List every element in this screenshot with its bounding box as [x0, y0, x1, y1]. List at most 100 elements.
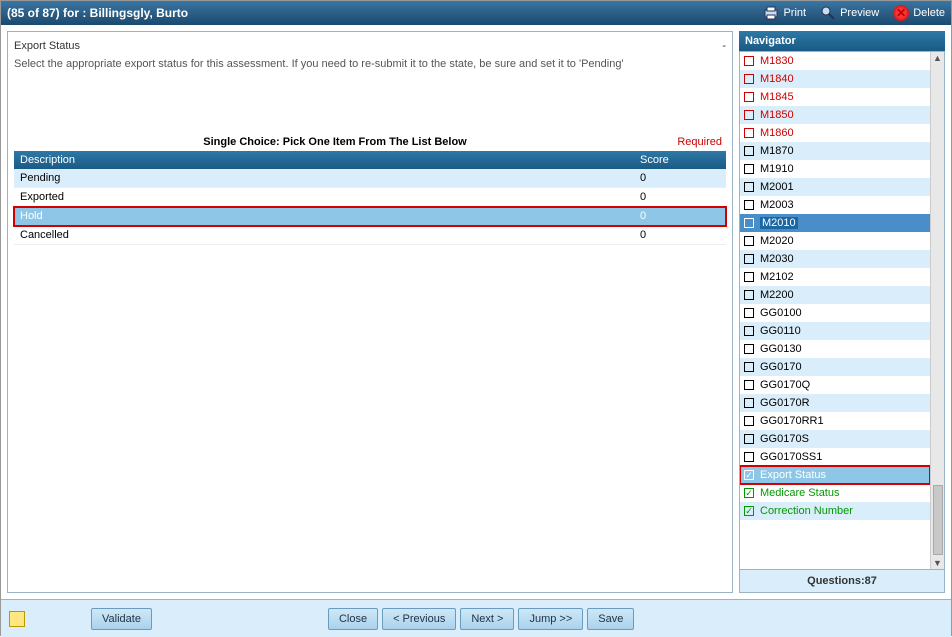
note-icon[interactable]: [9, 611, 25, 627]
window-title: (85 of 87) for : Billingsgly, Burto: [7, 6, 749, 20]
col-header-score: Score: [640, 154, 720, 166]
nav-item-m2200[interactable]: M2200: [740, 286, 930, 304]
nav-item-m1860[interactable]: M1860: [740, 124, 930, 142]
checkbox-icon: ✓: [744, 470, 754, 480]
checkbox-icon: [744, 74, 754, 84]
grid-cell-score: 0: [640, 172, 720, 184]
nav-item-gg0130[interactable]: GG0130: [740, 340, 930, 358]
delete-button[interactable]: ✕ Delete: [893, 5, 945, 21]
nav-item-m1910[interactable]: M1910: [740, 160, 930, 178]
nav-item-label: M2030: [760, 253, 794, 265]
nav-item-label: M1910: [760, 163, 794, 175]
nav-item-label: M1860: [760, 127, 794, 139]
nav-item-label: GG0170R: [760, 397, 810, 409]
checkbox-icon: ✓: [744, 506, 754, 516]
checkbox-icon: [744, 380, 754, 390]
titlebar: (85 of 87) for : Billingsgly, Burto Prin…: [1, 1, 951, 25]
nav-item-m1845[interactable]: M1845: [740, 88, 930, 106]
nav-button-group: Close < Previous Next > Jump >> Save: [328, 608, 634, 630]
grid-cell-description: Cancelled: [20, 229, 640, 241]
section-description: Select the appropriate export status for…: [14, 56, 726, 133]
delete-label: Delete: [913, 7, 945, 19]
checkbox-icon: ✓: [744, 488, 754, 498]
checkbox-icon: [744, 452, 754, 462]
nav-item-gg0170[interactable]: GG0170: [740, 358, 930, 376]
close-button[interactable]: Close: [328, 608, 378, 630]
nav-item-gg0170r[interactable]: GG0170R: [740, 394, 930, 412]
nav-item-label: M2200: [760, 289, 794, 301]
print-button[interactable]: Print: [763, 5, 806, 21]
scroll-down-icon[interactable]: ▼: [932, 557, 944, 569]
grid-row-hold[interactable]: Hold0: [14, 207, 726, 226]
delete-icon: ✕: [893, 5, 909, 21]
nav-item-m1830[interactable]: M1830: [740, 52, 930, 70]
printer-icon: [763, 5, 779, 21]
nav-item-gg0100[interactable]: GG0100: [740, 304, 930, 322]
navigator-list: M1830 M1840 M1845 M1850 M1860 M1870 M1910 M2001…: [740, 52, 930, 569]
nav-item-m2102[interactable]: M2102: [740, 268, 930, 286]
checkbox-icon: [744, 110, 754, 120]
checkbox-icon: [744, 290, 754, 300]
nav-item-m1850[interactable]: M1850: [740, 106, 930, 124]
checkbox-icon: [744, 56, 754, 66]
navigator-header: Navigator: [739, 31, 945, 51]
checkbox-icon: [744, 92, 754, 102]
nav-item-label: M1840: [760, 73, 794, 85]
nav-item-m2001[interactable]: M2001: [740, 178, 930, 196]
nav-item-m1840[interactable]: M1840: [740, 70, 930, 88]
previous-button[interactable]: < Previous: [382, 608, 456, 630]
navigator-footer: Questions:87: [739, 570, 945, 593]
nav-item-correction-number[interactable]: ✓ Correction Number: [740, 502, 930, 520]
nav-item-m2020[interactable]: M2020: [740, 232, 930, 250]
nav-item-label: GG0170: [760, 361, 802, 373]
preview-button[interactable]: Preview: [820, 5, 879, 21]
section-title-row: Export Status -: [14, 38, 726, 56]
nav-item-label: GG0130: [760, 343, 802, 355]
nav-item-export-status[interactable]: ✓ Export Status: [740, 466, 930, 484]
jump-button[interactable]: Jump >>: [518, 608, 583, 630]
nav-item-gg0110[interactable]: GG0110: [740, 322, 930, 340]
single-choice-label: Single Choice: Pick One Item From The Li…: [18, 136, 652, 148]
grid-row-cancelled[interactable]: Cancelled0: [14, 226, 726, 245]
nav-item-m2010[interactable]: M2010: [740, 214, 930, 232]
nav-item-gg0170ss1[interactable]: GG0170SS1: [740, 448, 930, 466]
checkbox-icon: [744, 434, 754, 444]
checkbox-icon: [744, 200, 754, 210]
checkbox-icon: [744, 254, 754, 264]
nav-item-m1870[interactable]: M1870: [740, 142, 930, 160]
nav-item-m2030[interactable]: M2030: [740, 250, 930, 268]
grid-cell-description: Exported: [20, 191, 640, 203]
next-button[interactable]: Next >: [460, 608, 514, 630]
nav-item-label: M2001: [760, 181, 794, 193]
nav-item-label: GG0170SS1: [760, 451, 822, 463]
grid-cell-score: 0: [640, 210, 720, 222]
nav-item-label: Correction Number: [760, 505, 853, 517]
checkbox-icon: [744, 416, 754, 426]
checkbox-icon: [744, 326, 754, 336]
nav-item-gg0170rr1[interactable]: GG0170RR1: [740, 412, 930, 430]
grid-row-exported[interactable]: Exported0: [14, 188, 726, 207]
save-button[interactable]: Save: [587, 608, 634, 630]
nav-item-gg0170q[interactable]: GG0170Q: [740, 376, 930, 394]
navigator-scrollbar[interactable]: ▲ ▼: [930, 52, 944, 569]
grid-row-pending[interactable]: Pending0: [14, 169, 726, 188]
navigator-body: M1830 M1840 M1845 M1850 M1860 M1870 M1910 M2001…: [739, 51, 945, 570]
grid-cell-score: 0: [640, 229, 720, 241]
nav-item-m2003[interactable]: M2003: [740, 196, 930, 214]
nav-item-label: GG0170RR1: [760, 415, 824, 427]
scroll-up-icon[interactable]: ▲: [932, 52, 944, 64]
col-header-description: Description: [20, 154, 640, 166]
nav-item-label: M1850: [760, 109, 794, 121]
validate-button[interactable]: Validate: [91, 608, 152, 630]
nav-item-label: GG0100: [760, 307, 802, 319]
checkbox-icon: [744, 398, 754, 408]
nav-item-gg0170s[interactable]: GG0170S: [740, 430, 930, 448]
nav-item-label: Export Status: [760, 469, 826, 481]
scroll-thumb[interactable]: [933, 485, 943, 555]
nav-item-medicare-status[interactable]: ✓Medicare Status: [740, 484, 930, 502]
nav-item-label: GG0170S: [760, 433, 809, 445]
nav-item-label: M2102: [760, 271, 794, 283]
checkbox-icon: [744, 272, 754, 282]
collapse-toggle[interactable]: -: [722, 40, 726, 52]
nav-item-label: M1830: [760, 55, 794, 67]
